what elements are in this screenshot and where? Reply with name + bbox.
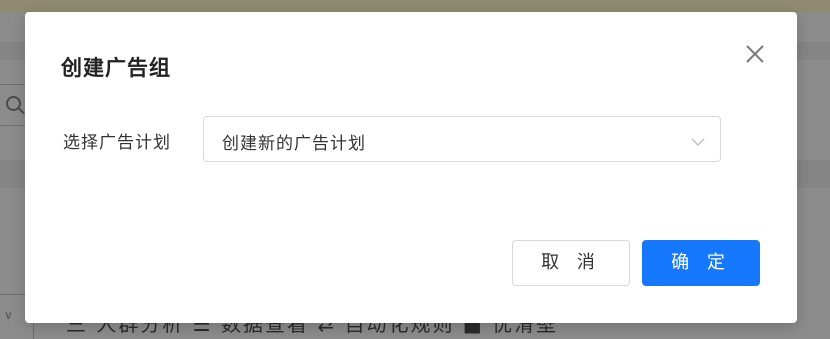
close-icon — [746, 45, 764, 63]
ad-plan-label: 选择广告计划 — [63, 133, 171, 153]
confirm-button[interactable]: 确 定 — [642, 240, 760, 286]
close-button[interactable] — [741, 40, 769, 68]
chevron-down-icon: ∨ — [4, 308, 13, 322]
background-top-banner — [0, 0, 830, 12]
create-ad-group-dialog: 创建广告组 选择广告计划 创建新的广告计划 取 消 确 定 — [25, 12, 797, 323]
cancel-button[interactable]: 取 消 — [512, 240, 630, 286]
search-icon — [6, 96, 21, 111]
dialog-title: 创建广告组 — [61, 56, 171, 80]
chevron-down-icon — [690, 133, 706, 146]
ad-plan-select[interactable]: 创建新的广告计划 — [203, 116, 721, 162]
ad-plan-select-value: 创建新的广告计划 — [222, 134, 366, 154]
